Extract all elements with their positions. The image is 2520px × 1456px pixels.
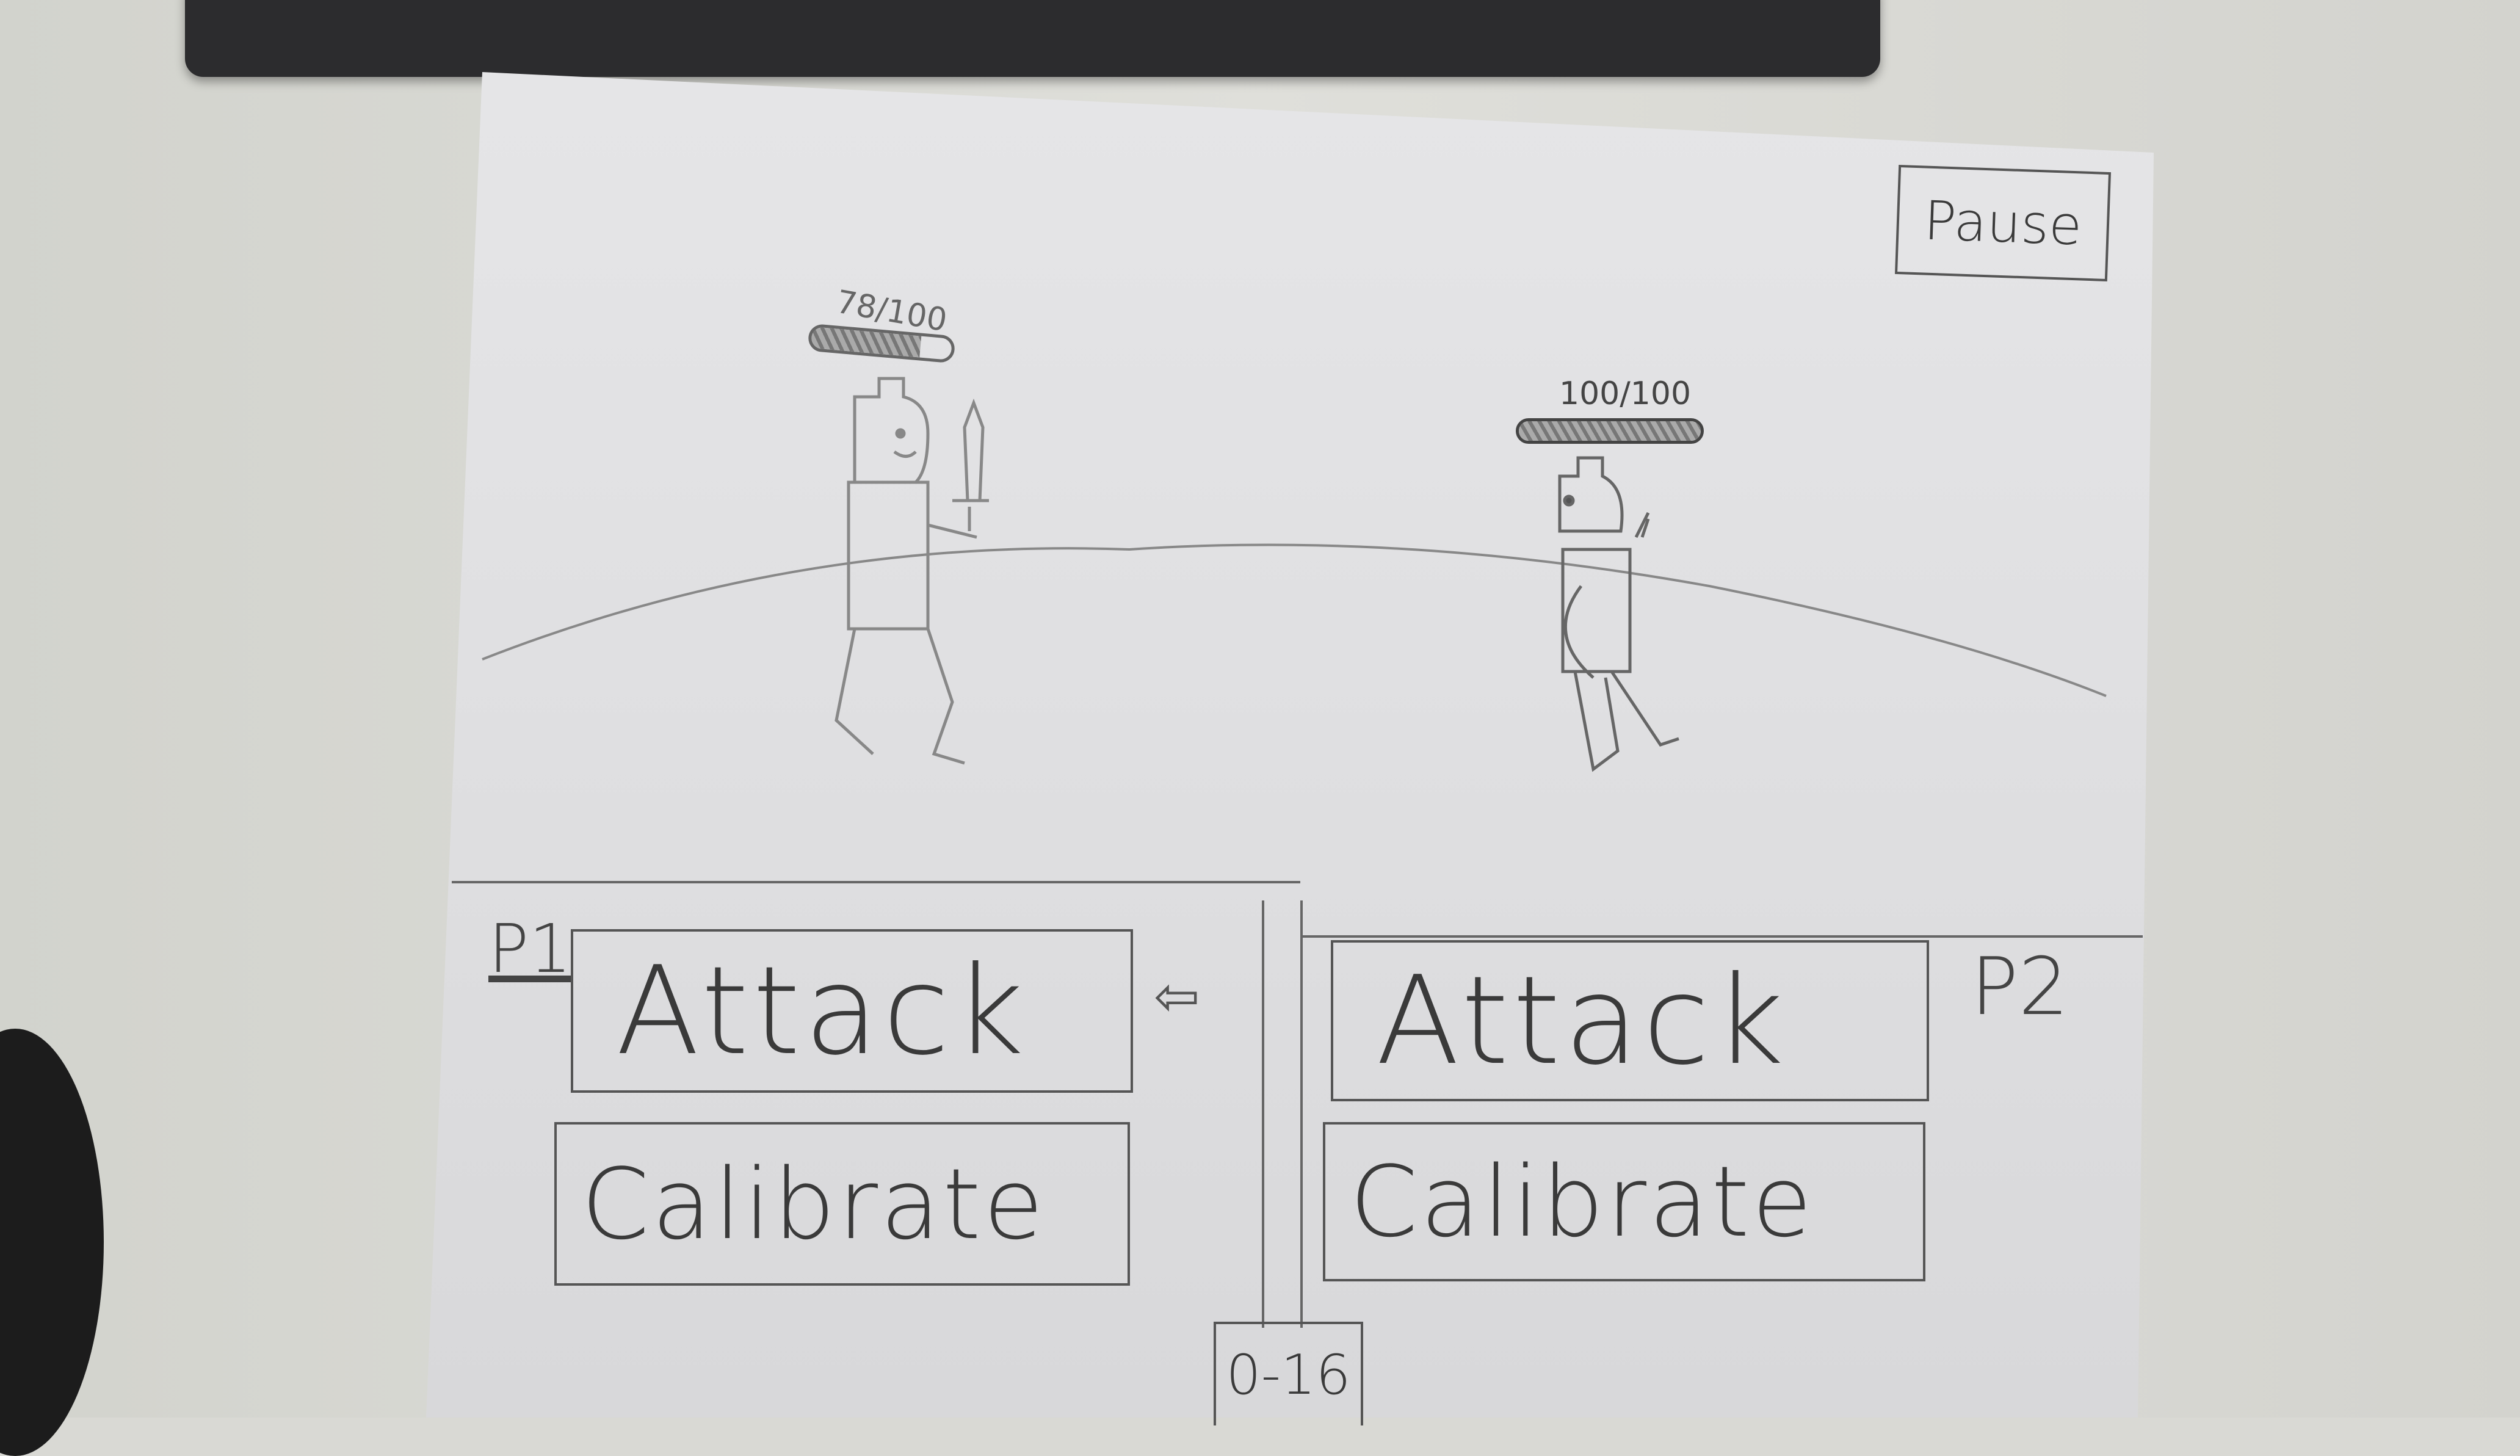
player1-character [835,377,989,765]
player2-character [1558,456,1679,772]
player2-label: P2 [1971,940,2069,1033]
player1-calibrate-button[interactable]: Calibrate [554,1122,1130,1286]
control-panel-divider-right [1300,935,2143,938]
player-separator [1300,900,1303,1328]
player2-health-bar [1516,418,1704,444]
ground-line [482,543,2107,697]
player1-calibrate-label: Calibrate [581,1146,1046,1261]
player2-health-fill [1519,421,1701,441]
player2-calibrate-button[interactable]: Calibrate [1323,1122,1925,1281]
sword-icon [952,398,989,531]
player2-calibrate-label: Calibrate [1350,1145,1815,1259]
player1-attack-button[interactable]: Attack [571,929,1133,1093]
player1-label: P1 [488,910,572,988]
battlefield [482,377,2107,772]
player2-attack-label: Attack [1376,949,1788,1092]
player2-attack-button[interactable]: Attack [1331,940,1929,1101]
score-display: 0-16 [1214,1322,1363,1425]
control-panel-divider [452,881,1300,883]
score-text: 0-16 [1226,1342,1351,1407]
arrow-left-icon: ⇦ [1154,965,1200,1029]
bow-icon [1563,512,1650,679]
player2-health-text: 100/100 [1559,375,1692,412]
player-separator [1262,900,1264,1328]
player1-attack-label: Attack [616,940,1028,1082]
